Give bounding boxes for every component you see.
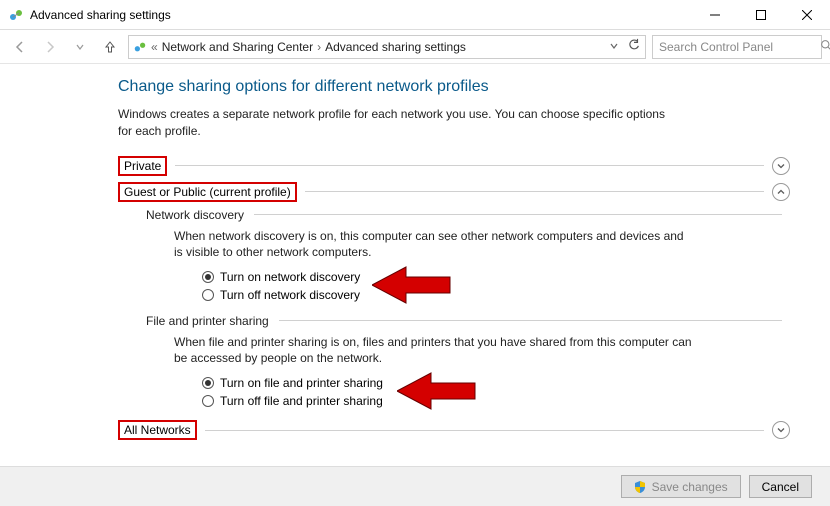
radio-icon <box>202 289 214 301</box>
divider <box>279 320 782 321</box>
address-bar[interactable]: « Network and Sharing Center › Advanced … <box>128 35 646 59</box>
minimize-button[interactable] <box>692 0 738 30</box>
up-button[interactable] <box>98 35 122 59</box>
maximize-button[interactable] <box>738 0 784 30</box>
divider <box>305 191 764 192</box>
cancel-button[interactable]: Cancel <box>749 475 812 498</box>
close-button[interactable] <box>784 0 830 30</box>
radio-nd-on[interactable]: Turn on network discovery <box>202 268 790 286</box>
section-all-networks[interactable]: All Networks <box>118 420 790 440</box>
recent-dropdown-button[interactable] <box>68 35 92 59</box>
breadcrumb-crumb-1[interactable]: Network and Sharing Center <box>162 40 313 54</box>
page-subtext: Windows creates a separate network profi… <box>118 106 678 140</box>
refresh-button[interactable] <box>627 38 641 55</box>
radio-fp-on[interactable]: Turn on file and printer sharing <box>202 374 790 392</box>
address-dropdown-button[interactable] <box>609 40 619 54</box>
breadcrumb-root[interactable]: « <box>151 40 158 54</box>
radio-nd-off[interactable]: Turn off network discovery <box>202 286 790 304</box>
section-guest-label: Guest or Public (current profile) <box>118 182 297 202</box>
search-icon[interactable] <box>820 39 830 55</box>
annotation-arrow-icon <box>397 371 477 411</box>
divider <box>205 430 764 431</box>
save-button-label: Save changes <box>652 480 728 494</box>
radio-icon <box>202 395 214 407</box>
network-discovery-desc: When network discovery is on, this compu… <box>174 228 694 260</box>
uac-shield-icon <box>634 481 646 493</box>
file-printer-desc: When file and printer sharing is on, fil… <box>174 334 694 366</box>
divider <box>254 214 782 215</box>
divider <box>175 165 764 166</box>
radio-label: Turn on network discovery <box>220 270 360 284</box>
content-area: Change sharing options for different net… <box>0 64 830 466</box>
chevron-up-icon[interactable] <box>772 183 790 201</box>
radio-icon <box>202 377 214 389</box>
radio-label: Turn on file and printer sharing <box>220 376 383 390</box>
chevron-down-icon[interactable] <box>772 157 790 175</box>
radio-label: Turn off file and printer sharing <box>220 394 383 408</box>
section-private[interactable]: Private <box>118 156 790 176</box>
subsection-network-discovery: Network discovery <box>146 208 790 222</box>
radio-icon <box>202 271 214 283</box>
page-heading: Change sharing options for different net… <box>118 78 790 96</box>
cancel-button-label: Cancel <box>762 480 799 494</box>
network-discovery-radiogroup: Turn on network discovery Turn off netwo… <box>202 268 790 304</box>
subsection-file-printer: File and printer sharing <box>146 314 790 328</box>
window-title: Advanced sharing settings <box>30 8 171 22</box>
forward-button[interactable] <box>38 35 62 59</box>
section-guest[interactable]: Guest or Public (current profile) <box>118 182 790 202</box>
window-controls <box>692 0 830 30</box>
radio-fp-off[interactable]: Turn off file and printer sharing <box>202 392 790 410</box>
search-box[interactable] <box>652 35 822 59</box>
section-all-label: All Networks <box>118 420 197 440</box>
breadcrumb-crumb-2[interactable]: Advanced sharing settings <box>325 40 466 54</box>
network-center-icon <box>133 40 147 54</box>
save-changes-button[interactable]: Save changes <box>621 475 741 498</box>
section-private-label: Private <box>118 156 167 176</box>
titlebar: Advanced sharing settings <box>0 0 830 30</box>
subsection-title: File and printer sharing <box>146 314 269 328</box>
subsection-title: Network discovery <box>146 208 244 222</box>
navbar: « Network and Sharing Center › Advanced … <box>0 30 830 64</box>
network-center-icon <box>8 7 24 23</box>
annotation-arrow-icon <box>372 265 452 305</box>
footer: Save changes Cancel <box>0 466 830 506</box>
chevron-down-icon[interactable] <box>772 421 790 439</box>
radio-label: Turn off network discovery <box>220 288 360 302</box>
back-button[interactable] <box>8 35 32 59</box>
file-printer-radiogroup: Turn on file and printer sharing Turn of… <box>202 374 790 410</box>
chevron-right-icon[interactable]: › <box>317 40 321 54</box>
search-input[interactable] <box>659 40 814 54</box>
